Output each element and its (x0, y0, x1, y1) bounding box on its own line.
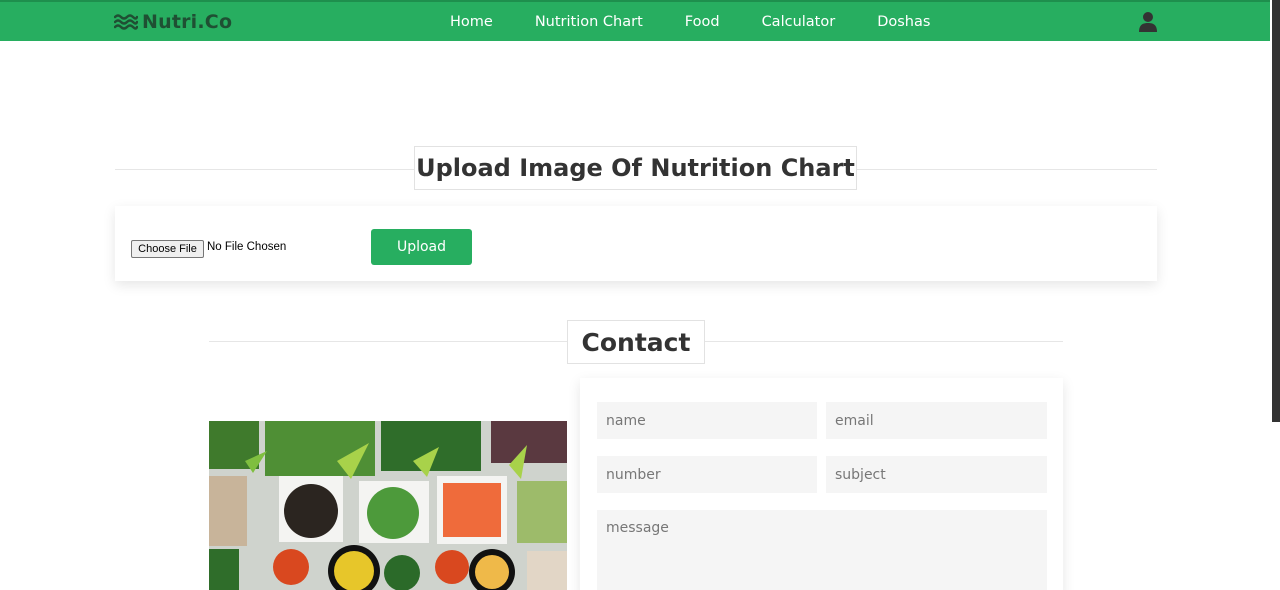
email-field[interactable]: email (826, 402, 1047, 439)
message-field[interactable]: message (597, 510, 1047, 590)
contact-food-image (209, 421, 567, 590)
contact-form: name email number subject message (580, 378, 1063, 590)
nav-link-home[interactable]: Home (450, 14, 493, 30)
main-nav: Home Nutrition Chart Food Calculator Dos… (450, 2, 972, 41)
choose-file-button[interactable]: Choose File (131, 240, 204, 258)
nav-link-nutrition-chart[interactable]: Nutrition Chart (535, 14, 643, 30)
upload-card: Choose File No File Chosen Upload (115, 206, 1157, 281)
subject-field[interactable]: subject (826, 456, 1047, 493)
number-field[interactable]: number (597, 456, 817, 493)
name-field[interactable]: name (597, 402, 817, 439)
upload-button[interactable]: Upload (371, 229, 472, 265)
brand-name: Nutri.Co (142, 11, 233, 33)
brand-logo[interactable]: Nutri.Co (114, 9, 232, 35)
nav-link-calculator[interactable]: Calculator (762, 14, 836, 30)
page-scrollbar[interactable] (1270, 0, 1280, 590)
upload-section-title: Upload Image Of Nutrition Chart (414, 146, 857, 190)
scrollbar-thumb[interactable] (1272, 0, 1280, 422)
file-status-label: No File Chosen (207, 241, 287, 253)
contact-section-title: Contact (567, 320, 705, 364)
waves-icon (114, 14, 138, 30)
nav-link-doshas[interactable]: Doshas (877, 14, 930, 30)
user-icon[interactable] (1138, 11, 1158, 33)
top-navbar: Nutri.Co Home Nutrition Chart Food Calcu… (0, 0, 1270, 41)
nav-link-food[interactable]: Food (685, 14, 720, 30)
